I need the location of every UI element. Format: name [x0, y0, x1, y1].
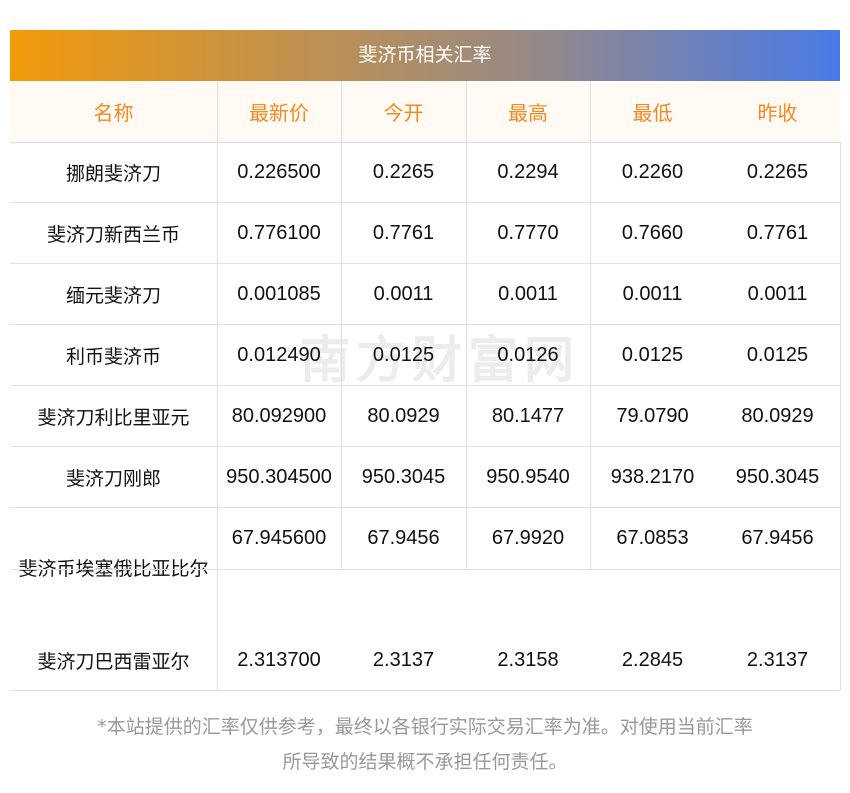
column-header: 最新价	[249, 101, 309, 125]
currency-pair-name: 利币斐济币	[65, 346, 161, 368]
rate-value: 2.313700	[237, 649, 321, 671]
rate-value: 950.3045	[361, 466, 446, 488]
table-bottom-border	[10, 690, 840, 691]
rate-value: 80.1477	[491, 405, 565, 427]
rate-value: 0.0011	[498, 283, 558, 305]
column-header: 最低	[632, 101, 673, 125]
rate-value: 938.2170	[610, 466, 695, 488]
rate-value: 80.0929	[367, 405, 440, 427]
rate-value: 80.0929	[741, 405, 814, 427]
rate-value: 0.0125	[621, 344, 684, 366]
column-divider	[840, 142, 841, 690]
rate-value: 80.092900	[231, 405, 327, 427]
rate-value: 0.2265	[372, 161, 435, 183]
currency-pair-name: 斐济刀巴西雷亚尔	[37, 651, 190, 673]
rate-value: 79.0790	[616, 405, 689, 427]
column-header: 今开	[383, 101, 424, 125]
column-divider	[590, 81, 591, 569]
rate-value: 0.0011	[373, 283, 434, 305]
column-divider	[341, 81, 342, 569]
rate-value: 67.9456	[741, 527, 814, 549]
rate-value: 0.2294	[497, 161, 559, 183]
table-title: 斐济币相关汇率	[10, 30, 840, 81]
rate-value: 2.3137	[746, 649, 809, 671]
rate-value: 0.2265	[746, 161, 809, 183]
column-header: 最高	[508, 101, 548, 125]
rate-value: 0.001085	[237, 283, 321, 305]
currency-pair-name: 挪朗斐济刀	[65, 163, 161, 185]
rate-value: 0.0011	[622, 283, 683, 305]
rate-value: 0.7761	[746, 222, 809, 244]
rate-value: 2.2845	[621, 649, 684, 671]
rate-value: 2.3158	[497, 649, 559, 671]
rate-value: 67.945600	[231, 527, 327, 549]
rate-value: 0.226500	[237, 161, 321, 183]
row-divider	[217, 569, 840, 570]
rate-value: 0.7660	[621, 222, 684, 244]
currency-pair-name: 斐济刀新西兰币	[46, 224, 180, 246]
rate-value: 0.0125	[746, 344, 809, 366]
rate-value: 2.3137	[372, 649, 435, 671]
column-divider	[466, 81, 467, 569]
rate-value: 950.3045	[735, 466, 820, 488]
rate-value: 0.7770	[497, 222, 559, 244]
rate-value: 0.0126	[497, 344, 559, 366]
disclaimer-line-1: *本站提供的汇率仅供参考，最终以各银行实际交易汇率为准。对使用当前汇率	[97, 716, 753, 738]
rate-value: 0.2260	[621, 161, 684, 183]
rate-value: 67.9456	[367, 527, 440, 549]
rate-value: 67.0853	[616, 527, 689, 549]
currency-pair-name: 斐济刀刚郎	[65, 468, 161, 490]
rate-value: 0.0011	[747, 283, 808, 305]
rate-value: 0.012490	[237, 344, 321, 366]
column-divider	[217, 81, 218, 690]
rate-value: 0.7761	[372, 222, 435, 244]
rate-value: 67.9920	[491, 527, 565, 549]
currency-pair-name: 斐济刀利比里亚元	[37, 407, 190, 429]
rate-value: 950.304500	[226, 466, 332, 488]
column-header: 名称	[93, 101, 134, 125]
rate-value: 0.776100	[237, 222, 321, 244]
rate-value: 0.0125	[372, 344, 435, 366]
column-header: 昨收	[757, 101, 798, 125]
currency-pair-name: 缅元斐济刀	[65, 285, 161, 307]
disclaimer-line-2: 所导致的结果概不承担任何责任。	[282, 751, 568, 773]
rate-value: 950.9540	[486, 466, 570, 488]
